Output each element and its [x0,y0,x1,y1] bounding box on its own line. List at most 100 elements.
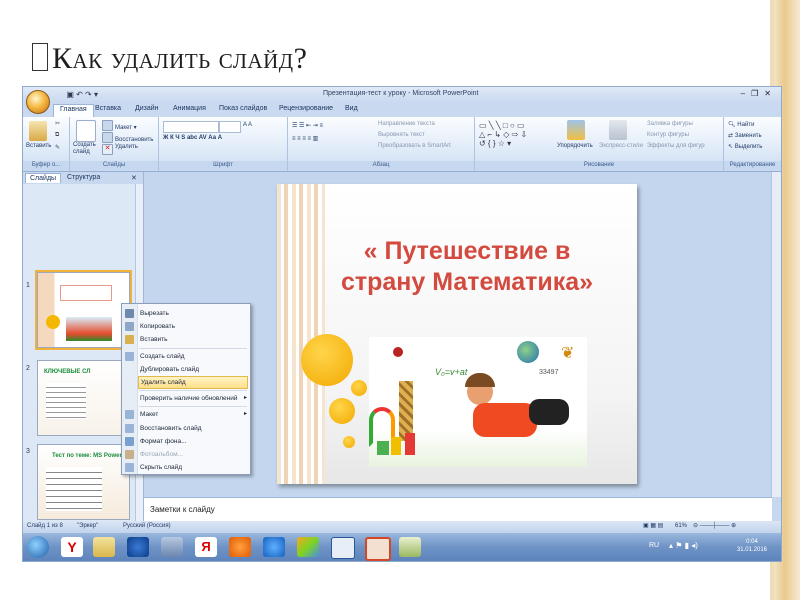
font-name-field[interactable] [163,121,219,133]
editing-group-label: Редактирование [724,161,781,170]
decor-circle-large [301,334,353,386]
list-buttons[interactable]: ☰ ☰ ⇤ ⇥ ≡ [292,122,323,129]
explorer-icon[interactable] [93,537,115,557]
submenu-arrow-icon: ▸ [243,411,247,418]
word-icon[interactable] [331,537,355,559]
tab-insert[interactable]: Вставка [95,105,121,112]
new-slide-button[interactable]: Создать слайд [73,142,99,156]
cut-icon[interactable]: ✂ [55,120,60,127]
yandex-browser-icon[interactable]: Y [61,537,83,557]
context-menu-item[interactable]: Восстановить слайд [138,422,250,435]
group-slides: Создать слайд Макет ▾ Восстановить ✕ Удал… [70,117,159,171]
child-body [473,403,537,437]
format-painter-icon[interactable]: ✎ [55,144,60,151]
font-size-field[interactable] [219,121,241,133]
shape-effects-button[interactable]: Эффекты для фигур [647,143,705,149]
browser-icon[interactable] [263,537,285,557]
slide-thumbnail-3[interactable]: Тест по теме: MS Power [37,444,130,520]
shape-fill-button[interactable]: Заливка фигуры [647,121,693,127]
context-menu-item-label: Вырезать [140,310,169,317]
paint-icon[interactable] [297,537,319,557]
view-buttons[interactable]: ▣ ▦ ▤ [643,522,663,529]
find-button[interactable]: 🔍︎ Найти [728,121,754,128]
tab-slides[interactable]: Слайды [25,173,62,183]
window-controls[interactable]: –❐✕ [741,89,777,98]
status-slide-count: Слайд 1 из 8 [27,523,63,529]
font-format-buttons[interactable]: Ж К Ч S abc AV Аа A [163,135,222,141]
replace-button[interactable]: ⇄ Заменить [728,132,762,139]
zoom-slider[interactable]: ⊖ ───┼─── ⊕ [693,522,736,529]
align-buttons[interactable]: ≡ ≡ ≡ ≡ ▥ [292,135,318,142]
system-clock[interactable]: 0:04 31.01.2016 [737,538,767,554]
reset-label: Восстановить [115,137,154,143]
page-title-first-letter: К [52,42,73,75]
font-size-buttons[interactable]: A A [243,122,252,128]
editor-vertical-scrollbar[interactable] [771,172,781,497]
context-menu-item[interactable]: Вырезать [138,307,250,320]
tab-review[interactable]: Рецензирование [279,105,333,112]
speaker-app-icon[interactable] [161,537,183,557]
quick-styles-icon[interactable] [609,120,627,140]
quick-styles-button[interactable]: Экспресс-стили [599,143,643,149]
slide-title[interactable]: « Путешествие в страну Математика» [327,236,607,298]
tray-icons[interactable]: ▴ ⚑ ▮ ◂) [669,541,698,550]
molecule-shape [393,347,403,357]
slide-illustration[interactable]: ❦ V₀=v+at 33497 [369,337,587,467]
paste-button[interactable]: Вставить [26,143,51,149]
powerpoint-icon[interactable] [365,537,391,561]
child-hair [465,373,495,387]
tab-outline[interactable]: Структура [63,173,104,182]
delete-button[interactable]: ✕ Удалить [102,144,138,155]
align-text-button[interactable]: Выровнять текст [378,132,425,138]
close-pane-icon[interactable]: ✕ [127,173,141,183]
context-menu-item[interactable]: Удалить слайд [138,376,248,389]
shapes-gallery[interactable]: ▭ ╲ ╲ □ ○ ▭ △ ⌐ ↳ ◇ ⇨ ⇩ ↺ { } ☆ ▾ [479,121,527,148]
context-menu-item[interactable]: Формат фона... [138,435,250,448]
tab-view[interactable]: Вид [345,105,358,112]
context-menu-item-label: Копировать [140,323,175,331]
context-menu-item[interactable]: Фотоальбом... [138,448,250,461]
group-clipboard: Вставить ✂ ⧉ ✎ Буфер о... [23,117,70,171]
player-icon[interactable] [229,537,251,557]
office-button[interactable] [26,90,50,114]
thumb-image [66,317,112,341]
context-menu-item[interactable]: Макет ▸ [138,408,250,421]
tab-animation[interactable]: Анимация [173,105,206,112]
slide-thumbnail-2[interactable]: КЛЮЧЕВЫЕ СЛ [37,360,130,436]
current-slide[interactable]: « Путешествие в страну Математика» ❦ V₀=… [277,184,637,484]
clipboard-group-label: Буфер о... [23,161,69,170]
layout-button[interactable]: Макет ▾ [102,120,137,131]
context-menu-item[interactable]: Проверить наличие обновлений ▸ [138,392,250,405]
paste-icon[interactable] [29,121,47,141]
context-menu-item[interactable]: Скрыть слайд [138,461,250,474]
formula-decoration: V₀=v+at [435,367,468,377]
tab-design[interactable]: Дизайн [135,105,159,112]
arrange-icon[interactable] [567,120,585,140]
start-button[interactable] [27,536,49,558]
powerpoint-window: ▣ ↶ ↷ ▾ Презентация-тест к уроку - Micro… [22,86,782,562]
context-menu: Вырезать Копировать Вставить Создать слайд Д… [121,303,251,475]
keyboard-language[interactable]: RU [649,542,659,549]
yandex-icon[interactable]: Я [195,537,217,557]
status-language[interactable]: Русский (Россия) [123,523,171,529]
slide-thumbnail-1[interactable] [35,270,132,350]
context-menu-item[interactable]: Дублировать слайд [138,363,250,376]
shape-outline-button[interactable]: Контур фигуры [647,132,689,138]
tab-home[interactable]: Главная [53,104,94,118]
tool-icon[interactable] [399,537,421,557]
text-direction-button[interactable]: Направление текста [378,121,435,127]
status-zoom[interactable]: 61% [675,523,687,529]
context-menu-item[interactable]: Копировать [138,320,250,333]
select-button[interactable]: ↖ Выделить [728,143,762,150]
context-menu-item[interactable]: Создать слайд [138,350,250,363]
new-slide-icon[interactable] [76,120,96,142]
reset-button[interactable]: Восстановить [102,132,153,143]
notes-pane[interactable]: Заметки к слайду [144,497,772,522]
tab-slideshow[interactable]: Показ слайдов [219,105,267,112]
convert-smartart-button[interactable]: Преобразовать в SmartArt [378,143,451,149]
quick-access-toolbar[interactable]: ▣ ↶ ↷ ▾ [53,90,98,99]
copy-icon[interactable]: ⧉ [55,132,59,139]
media-icon[interactable] [127,537,149,557]
context-menu-item[interactable]: Вставить [138,333,250,346]
arrange-button[interactable]: Упорядочить [557,143,593,149]
